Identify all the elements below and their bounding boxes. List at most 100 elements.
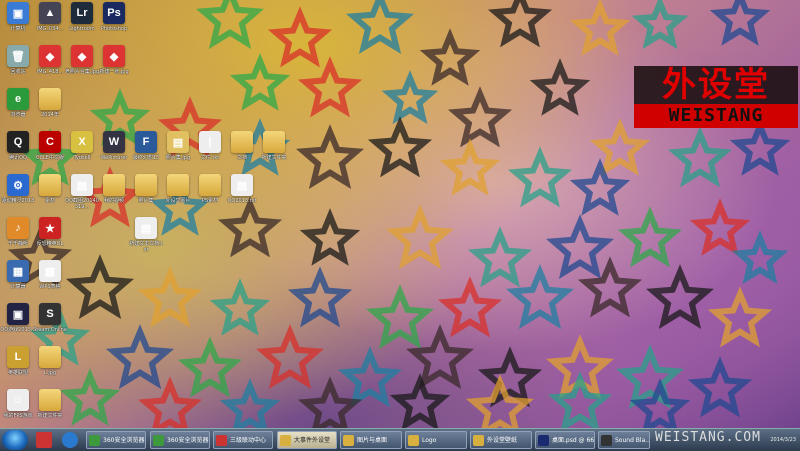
desktop-icon[interactable]: ▤ 新建文本文档.txt bbox=[128, 217, 164, 253]
desktop-icon[interactable]: ★ 反恐精英OL bbox=[32, 217, 68, 247]
desktop-icon-image: ▣ bbox=[7, 303, 29, 325]
wallpaper-star bbox=[137, 376, 203, 428]
desktop-icon-image: ▲ bbox=[39, 2, 61, 24]
taskbar-button-label: Logo bbox=[422, 437, 437, 444]
desktop-icon[interactable]: 新建文件夹 bbox=[256, 131, 292, 161]
desktop-icon-label: WPS表格 bbox=[39, 284, 61, 290]
wallpaper-star bbox=[615, 344, 685, 410]
desktop-icon[interactable]: ▲ IMG_034... bbox=[32, 2, 68, 32]
desktop-icon-label: WePicturer bbox=[100, 155, 128, 161]
taskbar-button[interactable]: 外设堂壁纸 bbox=[470, 431, 532, 449]
desktop-icon-label: 反恐精英OL bbox=[36, 241, 64, 247]
wallpaper-star bbox=[487, 0, 553, 48]
taskbar-button[interactable]: 360安全浏览器 bbox=[86, 431, 146, 449]
desktop-icon-image: ★ bbox=[39, 217, 61, 239]
desktop-icon[interactable]: ▤ 照片集.jpg bbox=[160, 131, 196, 161]
desktop-icon-image: ⚙ bbox=[7, 174, 29, 196]
desktop-icon-label: 新建文本文档.txt bbox=[129, 241, 163, 253]
taskbar-button[interactable]: Logo bbox=[405, 431, 467, 449]
wallpaper-star bbox=[267, 6, 333, 68]
quicklaunch-icon[interactable] bbox=[36, 432, 52, 448]
taskbar-button[interactable]: 图片与桌面 bbox=[340, 431, 402, 449]
desktop-icon-label: 腾讯QQ bbox=[9, 155, 27, 161]
desktop-icon[interactable]: ▤ QQ截图20140319... bbox=[64, 174, 100, 210]
desktop-icon-label: Steam Online bbox=[33, 327, 67, 333]
desktop-icon[interactable]: F 最终幻想15 bbox=[128, 131, 164, 161]
desktop-icon[interactable]: W WePicturer bbox=[96, 131, 132, 161]
wallpaper-star bbox=[195, 0, 265, 50]
desktop-icon-image: ☺ bbox=[7, 389, 29, 411]
desktop-icon[interactable]: | 文件.txt bbox=[192, 131, 228, 161]
taskbar-button[interactable]: 三级联动中心 bbox=[213, 431, 273, 449]
wallpaper-star bbox=[367, 116, 433, 178]
desktop-icon[interactable]: 文档 bbox=[224, 131, 260, 161]
desktop-icon[interactable]: ▤ QQ2013.txt bbox=[224, 174, 260, 204]
desktop-icon[interactable]: ◆ 老照片合集.jpg bbox=[64, 45, 100, 75]
wallpaper-star bbox=[297, 376, 363, 428]
taskbar-button-label: 360安全浏览器 bbox=[103, 437, 145, 444]
wallpaper-star bbox=[617, 206, 683, 268]
desktop-icon[interactable]: 外设堂图片 bbox=[160, 174, 196, 204]
desktop-icon-image bbox=[263, 131, 285, 153]
desktop-icon[interactable]: ▦ 计算器 bbox=[0, 260, 36, 290]
app-icon bbox=[153, 435, 164, 446]
desktop-icon[interactable]: S Steam Online bbox=[32, 303, 68, 333]
desktop-icon[interactable]: ⚙ 驱动精灵2013 bbox=[0, 174, 36, 204]
desktop-icon[interactable]: ☺ 我的FPS游戏 bbox=[0, 389, 36, 419]
desktop-icon-image: ◆ bbox=[71, 45, 93, 67]
taskbar-button[interactable]: 大事件外设堂 bbox=[277, 431, 337, 449]
desktop-icon[interactable]: ▣ 计算机 bbox=[0, 2, 36, 32]
desktop-icon-image: 🗑 bbox=[7, 45, 29, 67]
taskbar-button-label: 360安全浏览器 bbox=[167, 437, 209, 444]
desktop-icon-image: Lr bbox=[71, 2, 93, 24]
desktop-icon[interactable]: 2014年 bbox=[32, 88, 68, 118]
desktop-icon-image: | bbox=[199, 131, 221, 153]
wallpaper-star bbox=[59, 368, 121, 426]
desktop-icon[interactable]: X Tydsell bbox=[64, 131, 100, 161]
wallpaper-star bbox=[589, 118, 651, 176]
desktop-icon[interactable]: PS素材 bbox=[192, 174, 228, 204]
desktop-icon[interactable]: L.jpg bbox=[32, 346, 68, 376]
app-icon bbox=[280, 435, 291, 446]
wallpaper-star bbox=[365, 284, 435, 350]
desktop-icon[interactable]: Q 腾讯QQ bbox=[0, 131, 36, 161]
clock[interactable]: 2014/3/23 bbox=[770, 437, 796, 443]
desktop-icon[interactable]: Ps Photoshop bbox=[96, 2, 132, 32]
app-icon bbox=[408, 435, 419, 446]
desktop-icon[interactable]: L 英雄联盟 bbox=[0, 346, 36, 376]
desktop-icon[interactable]: ▦ WPS表格 bbox=[32, 260, 68, 290]
desktop-icon-label: 计算器 bbox=[10, 284, 26, 290]
desktop-icon[interactable]: ◆ 新建一张.jpg bbox=[96, 45, 132, 75]
desktop-icon-image: ▤ bbox=[71, 174, 93, 196]
start-button[interactable] bbox=[2, 430, 28, 450]
quicklaunch-browser-icon[interactable] bbox=[62, 432, 78, 448]
wallpaper-star bbox=[505, 264, 575, 330]
desktop-icon[interactable]: Lr Lightroom bbox=[64, 2, 100, 32]
taskbar-button[interactable]: 桌面.psd @ 66... bbox=[535, 431, 595, 449]
desktop-icon[interactable]: 🗑 回收站 bbox=[0, 45, 36, 75]
desktop-icon[interactable]: 照片集 bbox=[128, 174, 164, 204]
taskbar-button[interactable]: 360安全浏览器 bbox=[150, 431, 210, 449]
desktop-icon-image: F bbox=[135, 131, 157, 153]
desktop-icon[interactable]: 我的视频 bbox=[96, 174, 132, 204]
wallpaper-star bbox=[255, 324, 325, 390]
wallpaper-star bbox=[645, 264, 715, 330]
app-icon bbox=[538, 435, 549, 446]
wallpaper-star bbox=[689, 198, 751, 256]
desktop-icon-image bbox=[103, 174, 125, 196]
desktop-icon[interactable]: ♪ 千千静听 bbox=[0, 217, 36, 247]
desktop-icon-image bbox=[231, 131, 253, 153]
desktop-icon[interactable]: 素材 bbox=[32, 174, 68, 204]
desktop-icon[interactable]: e 浏览器 bbox=[0, 88, 36, 118]
desktop-icon[interactable]: C CCLE中文版 bbox=[32, 131, 68, 161]
desktop-icon-image: ▣ bbox=[7, 2, 29, 24]
wallpaper-star bbox=[629, 378, 691, 428]
taskbar-button[interactable]: Sound Bla... bbox=[598, 431, 650, 449]
wallpaper-star bbox=[287, 266, 353, 328]
desktop-icon-image: ♪ bbox=[7, 217, 29, 239]
wallpaper-star bbox=[219, 378, 281, 428]
desktop-icon[interactable]: ◆ IMG_418... bbox=[32, 45, 68, 75]
desktop-icon-label: 新建文件夹 bbox=[37, 413, 63, 419]
desktop-icon[interactable]: ▣ QQ游戏2013... bbox=[0, 303, 36, 333]
desktop-icon[interactable]: 新建文件夹 bbox=[32, 389, 68, 419]
